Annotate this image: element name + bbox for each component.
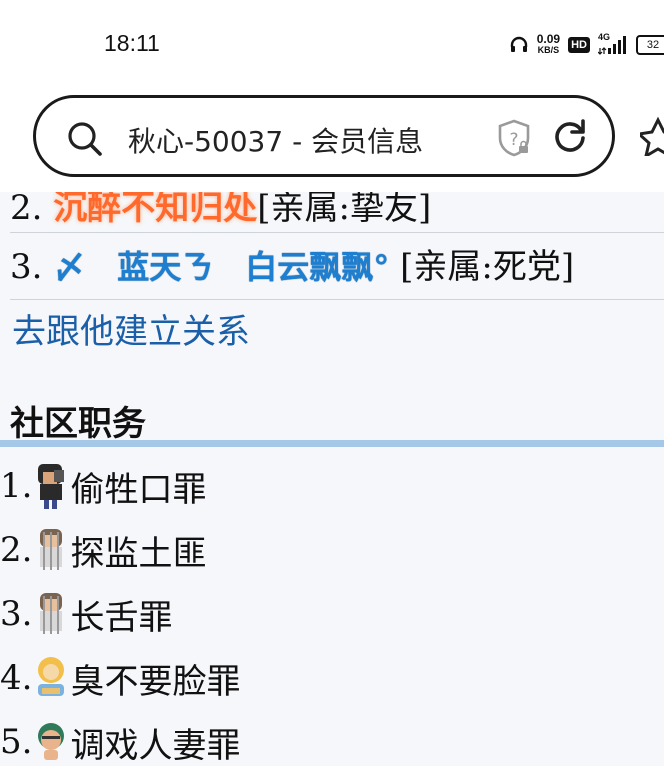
network-speed-value: 0.09 bbox=[536, 32, 561, 46]
relation-number: 3. bbox=[10, 247, 43, 287]
shield-question-icon[interactable]: ? bbox=[496, 118, 532, 162]
relation-tag: [亲属:死党] bbox=[400, 247, 575, 287]
list-item: 1. 偷牲口罪 bbox=[0, 454, 664, 518]
list-number: 3. bbox=[0, 594, 33, 634]
list-number: 1. bbox=[0, 466, 33, 506]
duty-label: 臭不要脸罪 bbox=[70, 661, 241, 702]
reload-icon[interactable] bbox=[550, 116, 590, 160]
list-item: 4. 臭不要脸罪 bbox=[0, 646, 664, 710]
duty-label: 偷牲口罪 bbox=[70, 469, 207, 510]
status-time: 18:11 bbox=[104, 30, 160, 56]
list-item: 5. 调戏人妻罪 bbox=[0, 710, 664, 766]
bookmark-star-icon[interactable] bbox=[635, 116, 664, 160]
list-item: 2. 探监土匪 bbox=[0, 518, 664, 582]
status-bar: 18:11 0.09 KB/S HD 4G 32 bbox=[0, 0, 664, 80]
relation-row: 2. 沉醉不知归处[亲属:挚友] bbox=[10, 192, 664, 233]
signal-icon: 4G bbox=[598, 32, 628, 56]
section-divider bbox=[0, 440, 664, 447]
battery-icon: 32 bbox=[636, 35, 664, 55]
relation-name-link[interactable]: 〆 蓝天ㄋ 白云飘飘° bbox=[53, 248, 389, 286]
relation-name-link[interactable]: 沉醉不知归处 bbox=[53, 192, 257, 228]
status-icons: 0.09 KB/S HD 4G 32 bbox=[509, 30, 664, 60]
browser-toolbar: 秋心-50037 - 会员信息 ? bbox=[0, 80, 664, 192]
network-speed-unit: KB/S bbox=[537, 45, 560, 55]
headset-icon bbox=[509, 35, 529, 55]
avatar bbox=[32, 654, 70, 702]
duty-list: 1. 偷牲口罪 2. 探监土匪 3. 长舌罪 4. 臭不要脸罪 5. 调戏人妻罪 bbox=[0, 454, 664, 766]
list-item: 3. 长舌罪 bbox=[0, 582, 664, 646]
list-number: 5. bbox=[0, 722, 33, 762]
relation-number: 2. bbox=[10, 192, 43, 228]
relation-row: 3. 〆 蓝天ㄋ 白云飘飘° [亲属:死党] bbox=[10, 235, 664, 300]
duty-label: 调戏人妻罪 bbox=[70, 725, 241, 766]
address-bar[interactable]: 秋心-50037 - 会员信息 ? bbox=[33, 95, 615, 177]
duty-label: 探监土匪 bbox=[70, 533, 207, 574]
svg-text:?: ? bbox=[509, 130, 518, 150]
duty-label: 长舌罪 bbox=[70, 597, 173, 638]
hd-badge: HD bbox=[568, 37, 590, 53]
list-number: 2. bbox=[0, 530, 33, 570]
search-icon bbox=[66, 120, 104, 162]
page-content: 2. 沉醉不知归处[亲属:挚友] 3. 〆 蓝天ㄋ 白云飘飘° [亲属:死党] … bbox=[0, 192, 664, 766]
add-relation-link[interactable]: 去跟他建立关系 bbox=[12, 304, 250, 353]
avatar bbox=[32, 718, 70, 766]
network-speed: 0.09 KB/S bbox=[536, 32, 561, 56]
relation-tag: [亲属:挚友] bbox=[257, 192, 432, 228]
address-text[interactable]: 秋心-50037 - 会员信息 bbox=[128, 120, 423, 160]
avatar bbox=[32, 462, 70, 510]
list-number: 4. bbox=[0, 658, 33, 698]
section-title: 社区职务 bbox=[10, 404, 146, 444]
avatar bbox=[32, 590, 70, 638]
avatar bbox=[32, 526, 70, 574]
